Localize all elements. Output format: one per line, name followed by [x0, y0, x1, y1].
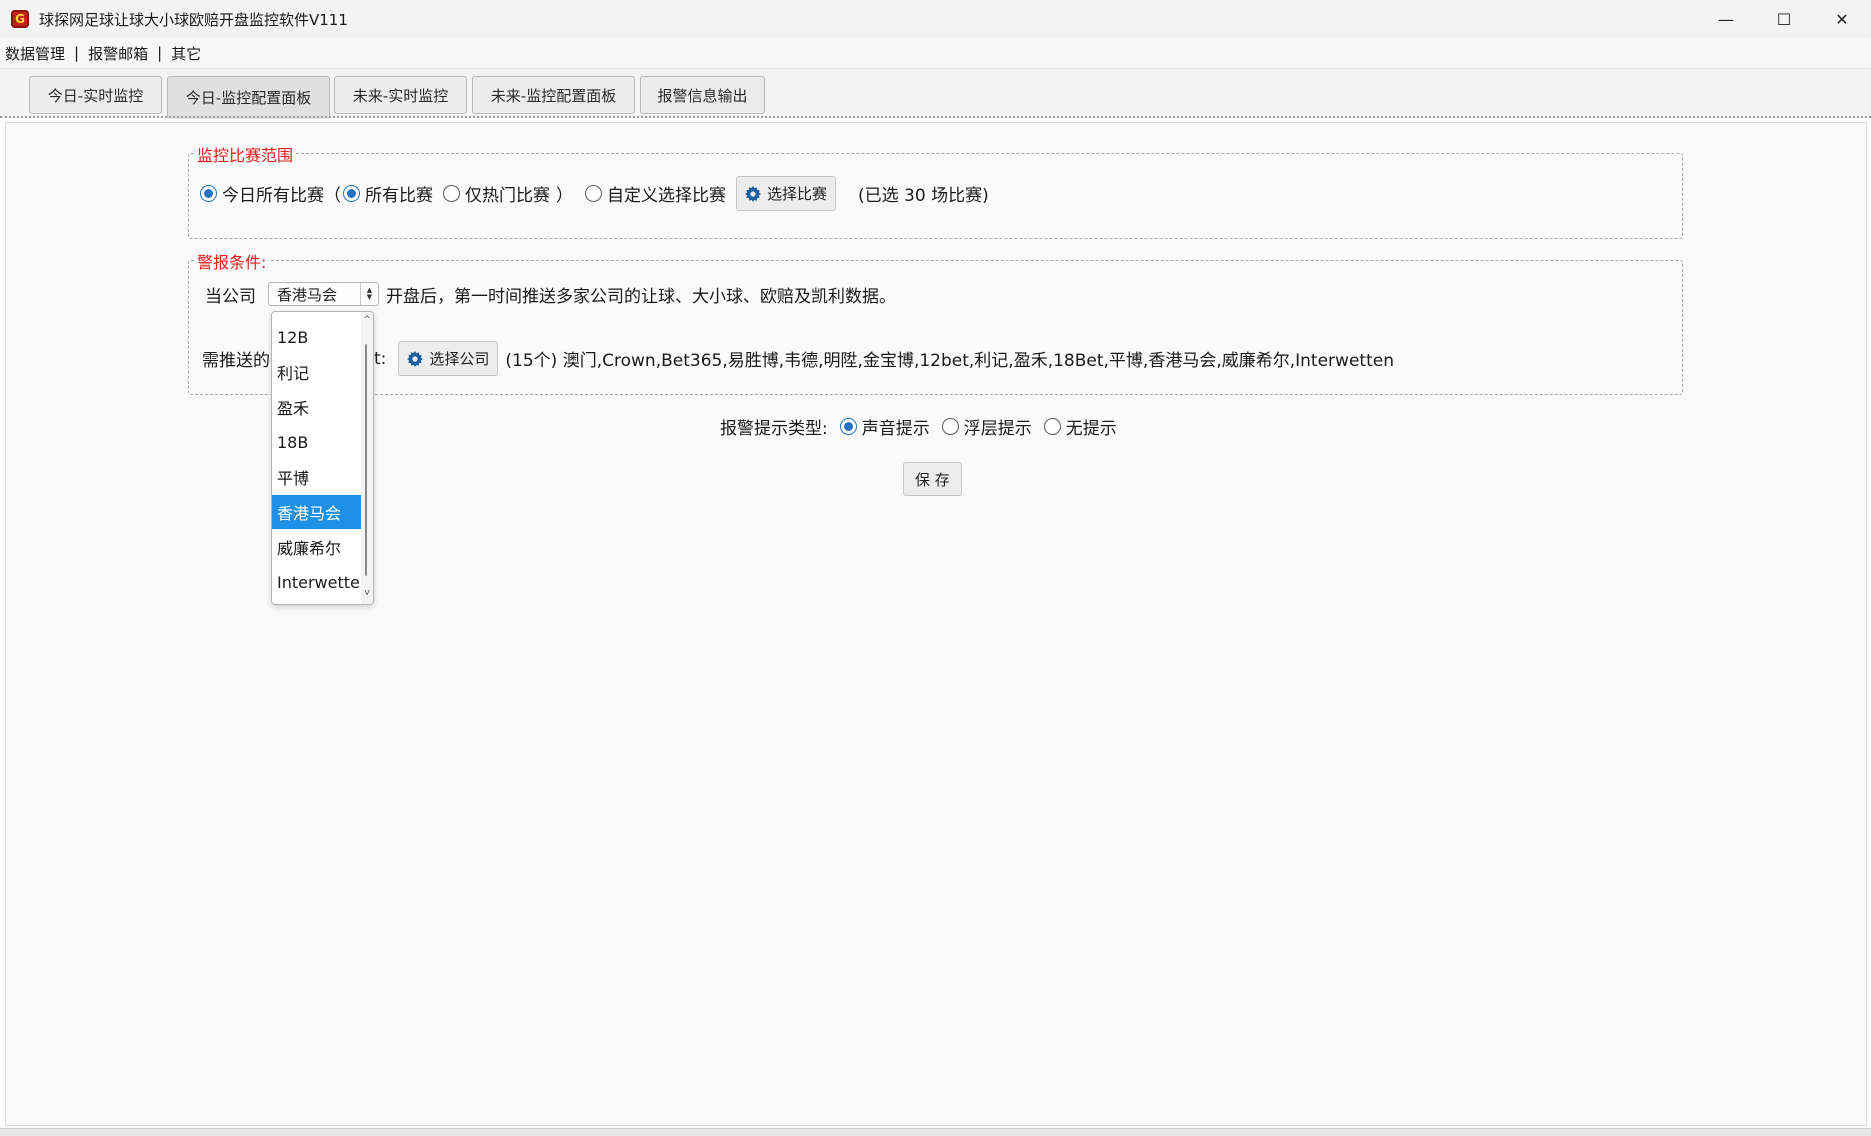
- save-button[interactable]: 保 存: [903, 462, 962, 496]
- save-label: 保 存: [915, 470, 950, 489]
- tab-alarm-output[interactable]: 报警信息输出: [640, 76, 765, 114]
- menu-alarm-email[interactable]: 报警邮箱: [88, 43, 148, 64]
- tab-bar: 今日-实时监控 今日-监控配置面板 未来-实时监控 未来-监控配置面板 报警信息…: [0, 68, 1871, 119]
- condition-text: 开盘后，第一时间推送多家公司的让球、大小球、欧赔及凯利数据。: [386, 286, 896, 307]
- push-companies-row-right: t: 选择公司 (15个) 澳门,Crown,Bet365,易胜博,韦德,明陞,…: [374, 341, 1394, 376]
- dropdown-option[interactable]: 平博: [272, 460, 362, 494]
- push-label-end: t:: [374, 348, 387, 369]
- all-matches-label[interactable]: 所有比赛: [365, 181, 433, 206]
- alarm-condition-row: 当公司 香港马会 ▲ ▼ 开盘后，第一时间推送多家公司的让球、大小球、欧赔及凯利数…: [205, 281, 896, 307]
- scope-legend: 监控比赛范围: [195, 142, 296, 166]
- dropdown-option[interactable]: 威廉希尔: [272, 530, 362, 564]
- window-title-bar: G 球探网足球让球大小球欧赔开盘监控软件V111 — ☐ ✕: [0, 0, 1871, 38]
- maximize-button[interactable]: ☐: [1755, 0, 1813, 38]
- alert-none-radio[interactable]: [1043, 417, 1061, 435]
- all-matches-radio[interactable]: [343, 185, 360, 202]
- maximize-icon: ☐: [1776, 9, 1792, 29]
- alert-none-label[interactable]: 无提示: [1066, 414, 1117, 439]
- select-companies-button[interactable]: 选择公司: [398, 341, 499, 376]
- tab-future-config[interactable]: 未来-监控配置面板: [472, 76, 635, 114]
- alert-overlay-label[interactable]: 浮层提示: [964, 414, 1032, 439]
- close-paren: ）: [556, 186, 573, 206]
- dropdown-option[interactable]: 12B: [272, 320, 362, 354]
- select-matches-button[interactable]: 选择比赛: [736, 176, 837, 211]
- scroll-down-icon[interactable]: v: [362, 588, 372, 598]
- menu-separator: |: [74, 44, 80, 62]
- select-spinner-icon: ▲ ▼: [360, 283, 378, 305]
- gear-icon: [745, 185, 761, 202]
- app-logo-icon: G: [11, 10, 29, 28]
- window-title: 球探网足球让球大小球欧赔开盘监控软件V111: [39, 10, 348, 29]
- today-all-radio[interactable]: [200, 185, 217, 202]
- select-companies-label: 选择公司: [429, 350, 490, 368]
- company-select-value: 香港马会: [277, 285, 338, 304]
- companies-summary: (15个) 澳门,Crown,Bet365,易胜博,韦德,明陞,金宝博,12be…: [505, 351, 1394, 371]
- select-matches-label: 选择比赛: [767, 185, 828, 203]
- dropdown-option[interactable]: Interwetten: [272, 565, 372, 599]
- menu-other[interactable]: 其它: [171, 43, 201, 64]
- tab-divider: [0, 116, 1871, 119]
- push-label-start: 需推送的: [202, 351, 270, 371]
- dropdown-option[interactable]: 盈禾: [272, 390, 362, 424]
- status-bar: [0, 1128, 1871, 1136]
- minimize-icon: —: [1718, 9, 1734, 29]
- today-all-label[interactable]: 今日所有比赛: [222, 181, 324, 206]
- company-prefix-label: 当公司: [205, 286, 256, 307]
- close-icon: ✕: [1835, 9, 1849, 29]
- menu-data-management[interactable]: 数据管理: [5, 43, 65, 64]
- open-paren: （: [324, 186, 341, 206]
- push-companies-row: 需推送的: [202, 341, 270, 376]
- window-controls: — ☐ ✕: [1697, 0, 1871, 38]
- scroll-up-icon[interactable]: ^: [362, 315, 372, 325]
- company-select[interactable]: 香港马会 ▲ ▼: [268, 282, 379, 306]
- alert-sound-label[interactable]: 声音提示: [862, 414, 930, 439]
- dropdown-option-selected[interactable]: 香港马会: [272, 495, 362, 529]
- alert-type-label: 报警提示类型:: [720, 418, 828, 439]
- alert-overlay-radio[interactable]: [941, 417, 959, 435]
- dropdown-option[interactable]: 利记: [272, 355, 362, 389]
- menu-separator: |: [157, 44, 163, 62]
- alert-sound-radio[interactable]: [839, 417, 857, 435]
- hot-only-label[interactable]: 仅热门比赛: [465, 181, 550, 206]
- close-button[interactable]: ✕: [1813, 0, 1871, 38]
- scope-row: 今日所有比赛 （ 所有比赛 仅热门比赛 ） 自定义选择比赛 选择比赛 (已选 3…: [200, 176, 989, 211]
- menu-bar: 数据管理 | 报警邮箱 | 其它: [0, 38, 1871, 68]
- company-dropdown-list[interactable]: 12B 利记 盈禾 18B 平博 香港马会 威廉希尔 Interwetten ^…: [271, 311, 374, 605]
- hot-only-radio[interactable]: [443, 185, 460, 202]
- minimize-button[interactable]: —: [1697, 0, 1755, 38]
- tab-future-realtime[interactable]: 未来-实时监控: [334, 76, 467, 114]
- tab-today-realtime[interactable]: 今日-实时监控: [29, 76, 162, 114]
- selected-matches-summary: (已选 30 场比赛): [858, 186, 989, 206]
- dropdown-option[interactable]: 18B: [272, 425, 362, 459]
- alert-type-row: 报警提示类型: 声音提示 浮层提示 无提示: [720, 413, 1117, 439]
- tab-today-config[interactable]: 今日-监控配置面板: [167, 76, 330, 119]
- gear-icon: [407, 350, 424, 367]
- scrollbar-thumb[interactable]: [365, 344, 370, 576]
- dropdown-scrollbar[interactable]: ^ v: [361, 312, 373, 604]
- custom-radio[interactable]: [585, 185, 602, 202]
- custom-label[interactable]: 自定义选择比赛: [607, 181, 726, 206]
- alarm-legend: 警报条件:: [195, 249, 269, 273]
